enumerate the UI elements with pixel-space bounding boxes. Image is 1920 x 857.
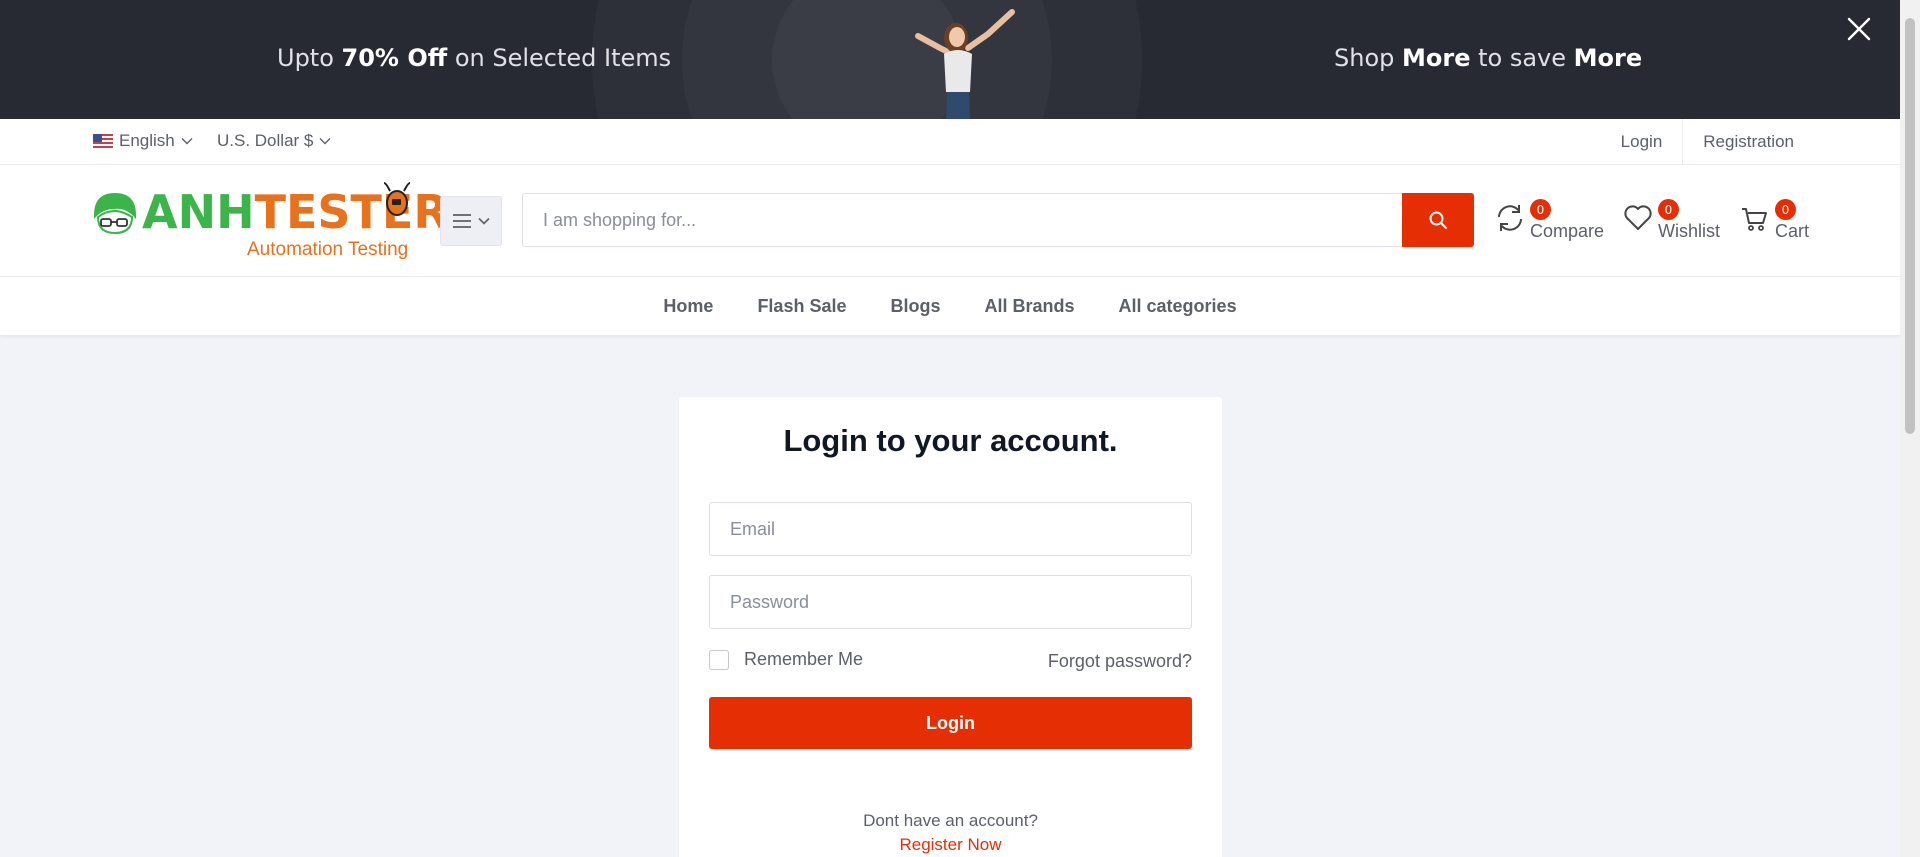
search-bar	[522, 193, 1474, 247]
chevron-down-icon	[181, 138, 193, 145]
currency-selector[interactable]: U.S. Dollar $	[217, 131, 331, 151]
logo-tagline: Automation Testing	[247, 239, 409, 260]
chevron-down-icon	[319, 138, 331, 145]
logo-face-icon	[94, 193, 136, 235]
search-icon	[1429, 211, 1447, 229]
banner-right-text: Shop More to save More	[1334, 44, 1643, 72]
wishlist-label: Wishlist	[1658, 221, 1720, 241]
category-menu-button[interactable]	[440, 196, 502, 246]
site-logo[interactable]: ANHTESTER Automation Testing	[92, 182, 449, 263]
compare-link[interactable]: 0 Compare	[1495, 199, 1605, 247]
password-field[interactable]	[709, 575, 1192, 629]
us-flag-icon	[93, 134, 113, 148]
currency-label: U.S. Dollar $	[217, 131, 314, 150]
forgot-password-link[interactable]: Forgot password?	[1048, 651, 1192, 672]
chevron-down-icon	[478, 217, 490, 225]
hamburger-icon	[453, 214, 471, 228]
login-button[interactable]: Login	[709, 697, 1192, 749]
compare-label: Compare	[1530, 221, 1605, 241]
remember-me-checkbox[interactable]: Remember Me	[709, 649, 863, 670]
compare-count-badge: 0	[1530, 199, 1551, 220]
main-header: ANHTESTER Automation Testing 0	[0, 165, 1900, 277]
email-field[interactable]	[709, 502, 1192, 556]
no-account-text: Dont have an account?	[863, 811, 1038, 830]
nav-item-all-categories[interactable]: All categories	[1119, 296, 1237, 317]
cart-count-badge: 0	[1775, 199, 1796, 220]
account-links: Login Registration	[1601, 119, 1814, 165]
checkbox-box[interactable]	[709, 649, 729, 670]
cart-link[interactable]: 0 Cart	[1740, 199, 1810, 247]
logo-bug-icon	[383, 182, 411, 216]
main-nav: Home Flash Sale Blogs All Brands All cat…	[0, 277, 1900, 335]
page-scrollbar[interactable]	[1900, 0, 1920, 857]
remember-me-label: Remember Me	[744, 649, 864, 669]
banner-woman-image	[915, 9, 1015, 119]
nav-item-flash-sale[interactable]: Flash Sale	[757, 296, 846, 317]
search-input[interactable]	[523, 194, 1402, 246]
scrollbar-thumb[interactable]	[1905, 18, 1915, 434]
register-now-link[interactable]: Register Now	[679, 835, 1222, 855]
login-title: Login to your account.	[783, 423, 1118, 458]
top-bar: English U.S. Dollar $ Login Registration	[0, 119, 1900, 165]
heart-icon	[1624, 205, 1652, 230]
login-link[interactable]: Login	[1601, 119, 1683, 165]
close-icon[interactable]	[1842, 12, 1876, 46]
refresh-compare-icon	[1498, 205, 1522, 231]
cart-icon	[1742, 208, 1767, 231]
banner-left-text: Upto 70% Off on Selected Items	[277, 44, 672, 72]
wishlist-link[interactable]: 0 Wishlist	[1623, 199, 1723, 247]
language-selector[interactable]: English	[93, 131, 193, 151]
nav-item-blogs[interactable]: Blogs	[890, 296, 940, 317]
login-card: Login to your account. Remember Me Forgo…	[679, 397, 1222, 857]
search-button[interactable]	[1402, 193, 1474, 247]
wishlist-count-badge: 0	[1658, 199, 1679, 220]
registration-link[interactable]: Registration	[1682, 119, 1814, 165]
promo-banner[interactable]: Upto 70% Off on Selected Items Shop More…	[0, 0, 1900, 119]
nav-item-home[interactable]: Home	[663, 296, 713, 317]
language-label: English	[119, 131, 175, 150]
cart-label: Cart	[1775, 221, 1810, 241]
nav-item-all-brands[interactable]: All Brands	[985, 296, 1075, 317]
